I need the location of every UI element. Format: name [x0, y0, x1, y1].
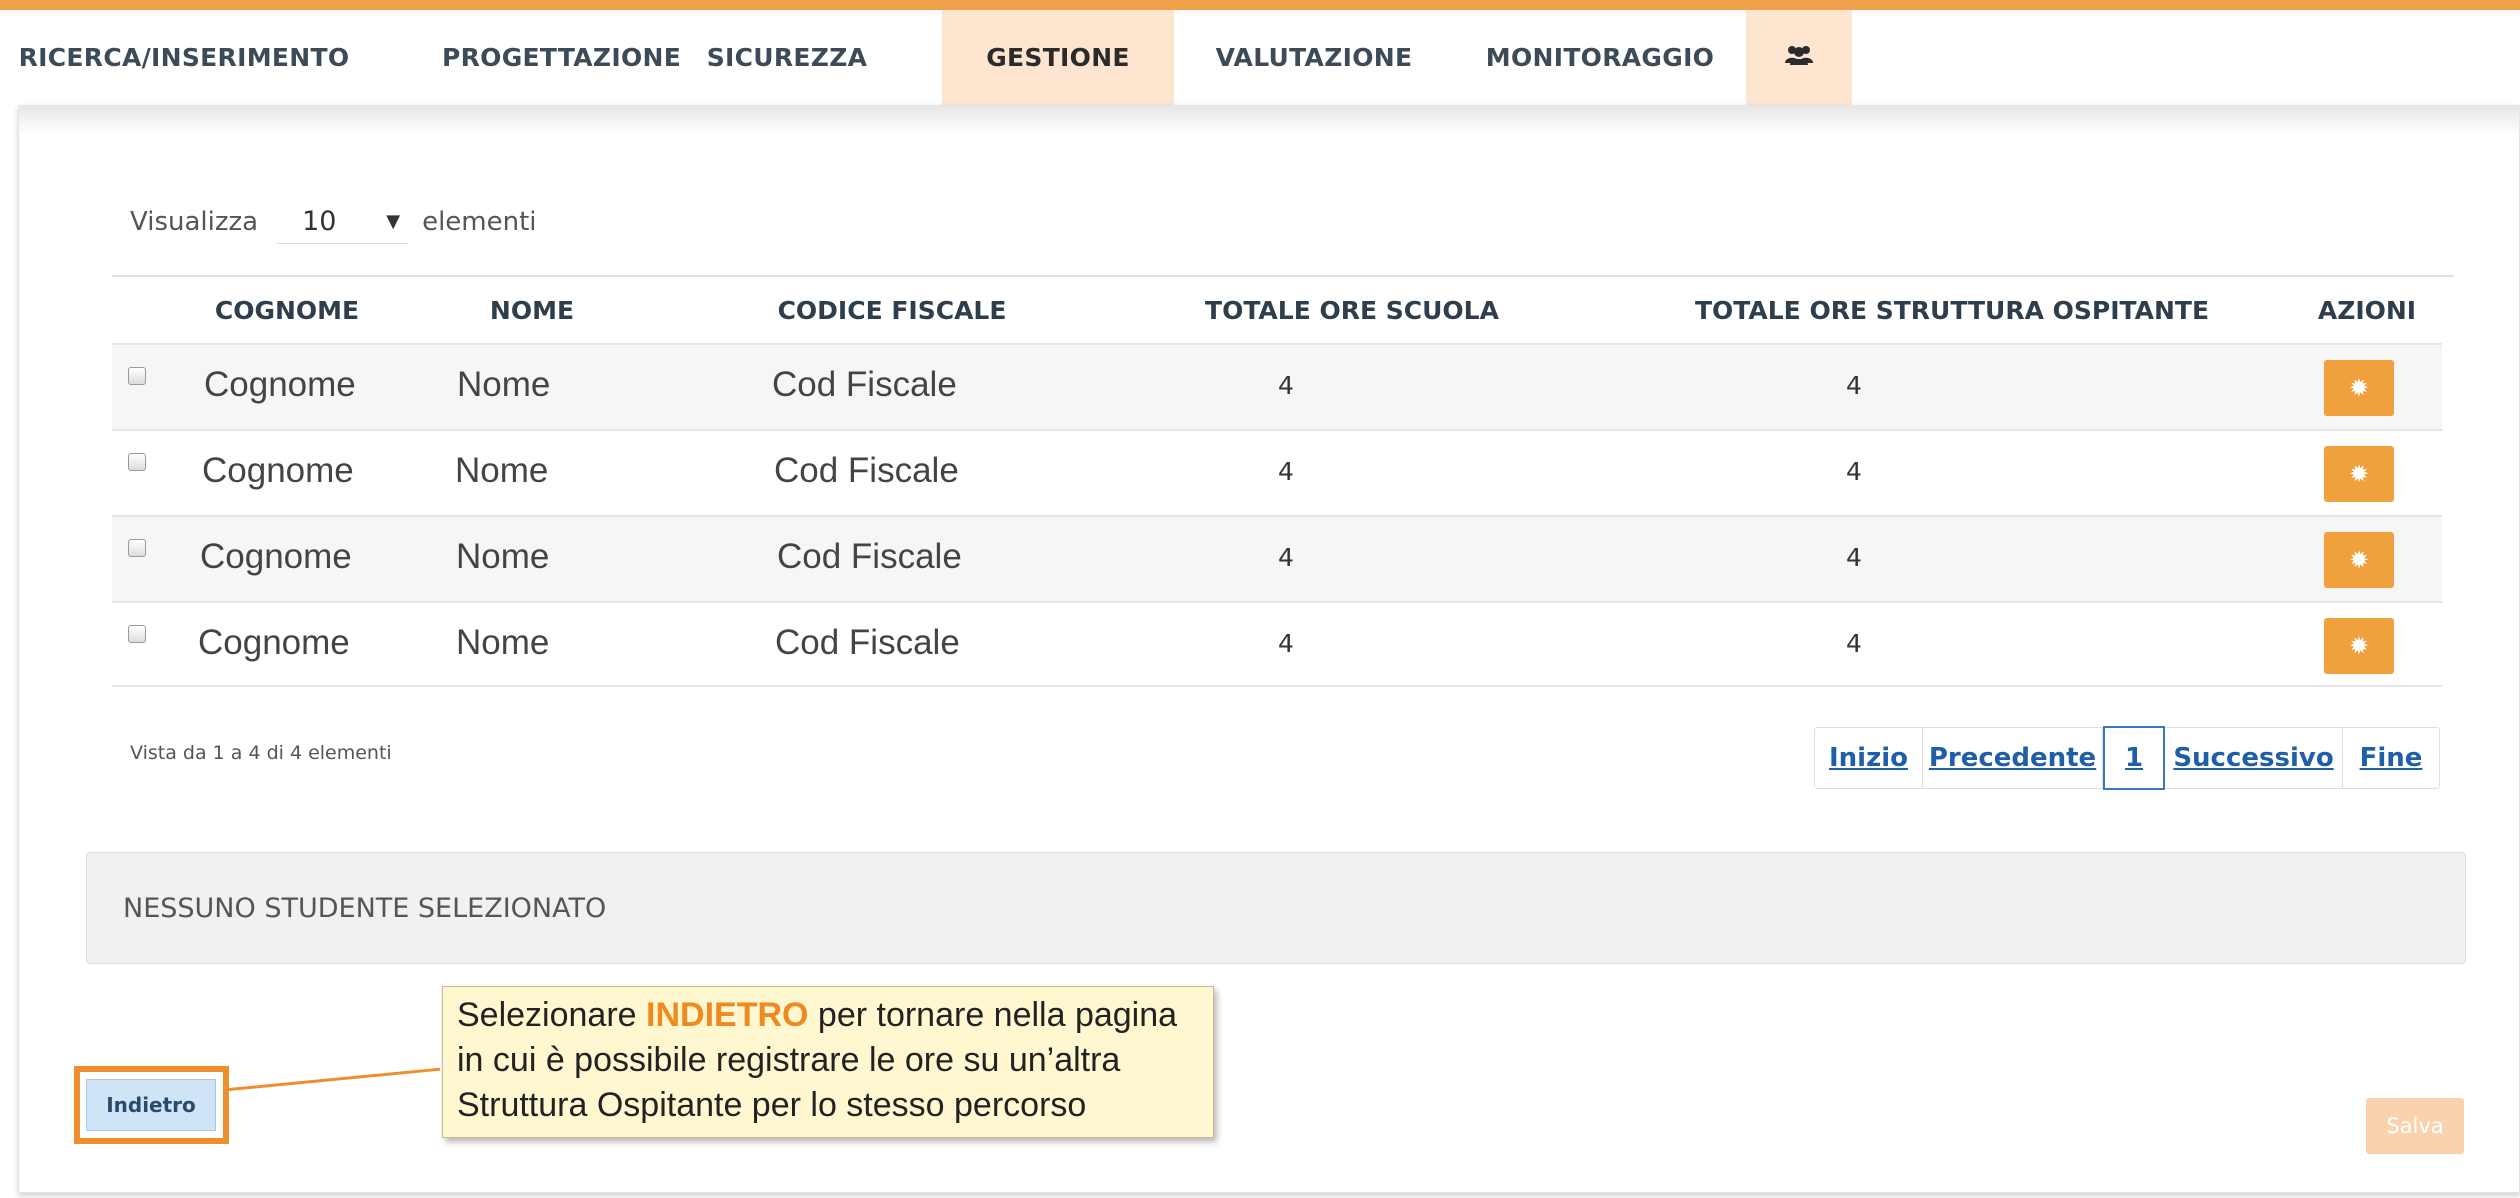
show-label: Visualizza [130, 207, 259, 237]
users-icon [1784, 43, 1814, 73]
cell-codice-fiscale: Cod Fiscale [772, 365, 957, 404]
cell-codice-fiscale: Cod Fiscale [777, 537, 962, 576]
pagination-last[interactable]: Fine [2343, 728, 2439, 788]
tab-users[interactable] [1746, 10, 1852, 105]
tab-sicurezza[interactable]: SICUREZZA [632, 10, 942, 105]
cell-ore-scuola: 4 [1278, 456, 1294, 486]
cell-ore-struttura: 4 [1846, 456, 1862, 486]
row-action-button[interactable]: ✹ [2324, 360, 2394, 416]
cell-codice-fiscale: Cod Fiscale [774, 451, 959, 490]
table-row: Cognome Nome Cod Fiscale 4 4 ✹ [112, 343, 2442, 429]
cell-ore-scuola: 4 [1278, 370, 1294, 400]
selection-status: NESSUNO STUDENTE SELEZIONATO [86, 852, 2466, 964]
row-action-button[interactable]: ✹ [2324, 618, 2394, 674]
column-header-nome[interactable]: NOME [452, 277, 612, 343]
navbar-shadow [18, 105, 2520, 135]
entries-label: elementi [422, 207, 537, 237]
table-header: COGNOME NOME CODICE FISCALE TOTALE ORE S… [112, 277, 2442, 343]
table-row: Cognome Nome Cod Fiscale 4 4 ✹ [112, 515, 2442, 601]
pagination-previous[interactable]: Precedente [1923, 728, 2103, 788]
pagination-page-1[interactable]: 1 [2103, 726, 2165, 790]
page-length-select[interactable]: 10 ▼ [276, 200, 409, 244]
callout-keyword: INDIETRO [646, 996, 809, 1034]
tab-monitoraggio[interactable]: MONITORAGGIO [1454, 10, 1746, 105]
row-action-button[interactable]: ✹ [2324, 446, 2394, 502]
tab-valutazione[interactable]: VALUTAZIONE [1174, 10, 1454, 105]
table-body: Cognome Nome Cod Fiscale 4 4 ✹ Cognome N… [112, 343, 2442, 687]
pagination-first[interactable]: Inizio [1815, 728, 1923, 788]
cell-nome: Nome [456, 623, 550, 662]
main-navbar: RICERCA/INSERIMENTO PROGETTAZIONE SICURE… [0, 10, 2520, 105]
column-header-ore-scuola[interactable]: TOTALE ORE SCUOLA [1162, 277, 1542, 343]
cell-ore-struttura: 4 [1846, 628, 1862, 658]
tab-gestione[interactable]: GESTIONE [942, 10, 1174, 105]
cell-ore-struttura: 4 [1846, 542, 1862, 572]
save-button[interactable]: Salva [2366, 1098, 2464, 1154]
row-checkbox[interactable] [128, 367, 146, 385]
gear-icon: ✹ [2348, 460, 2370, 488]
tab-ricerca-inserimento[interactable]: RICERCA/INSERIMENTO [0, 10, 368, 105]
cell-cognome: Cognome [202, 451, 354, 490]
page-length-control: Visualizza 10 ▼ elementi [130, 200, 537, 244]
cell-ore-scuola: 4 [1278, 542, 1294, 572]
caret-down-icon: ▼ [386, 211, 401, 232]
row-checkbox[interactable] [128, 539, 146, 557]
row-checkbox[interactable] [128, 453, 146, 471]
gear-icon: ✹ [2348, 632, 2370, 660]
callout-text-start: Selezionare [457, 996, 647, 1034]
row-checkbox[interactable] [128, 625, 146, 643]
cell-nome: Nome [455, 451, 549, 490]
cell-cognome: Cognome [198, 623, 350, 662]
cell-cognome: Cognome [204, 365, 356, 404]
tab-progettazione[interactable]: PROGETTAZIONE [370, 10, 681, 105]
pagination: Inizio Precedente 1 Successivo Fine [1814, 726, 2440, 790]
cell-nome: Nome [457, 365, 551, 404]
column-header-cognome[interactable]: COGNOME [182, 277, 392, 343]
table-row: Cognome Nome Cod Fiscale 4 4 ✹ [112, 601, 2442, 687]
row-action-button[interactable]: ✹ [2324, 532, 2394, 588]
pagination-next[interactable]: Successivo [2165, 728, 2343, 788]
column-header-ore-struttura[interactable]: TOTALE ORE STRUTTURA OSPITANTE [1662, 277, 2242, 343]
cell-ore-struttura: 4 [1846, 370, 1862, 400]
cell-codice-fiscale: Cod Fiscale [775, 623, 960, 662]
cell-nome: Nome [456, 537, 550, 576]
instruction-callout: Selezionare INDIETRO per tornare nella p… [442, 986, 1214, 1138]
gear-icon: ✹ [2348, 374, 2370, 402]
page-length-value: 10 [302, 206, 337, 237]
column-header-azioni: AZIONI [2317, 295, 2417, 325]
table-row: Cognome Nome Cod Fiscale 4 4 ✹ [112, 429, 2442, 515]
cell-ore-scuola: 4 [1278, 628, 1294, 658]
column-header-codice-fiscale[interactable]: CODICE FISCALE [742, 277, 1042, 343]
top-accent-bar [0, 0, 2520, 10]
cell-cognome: Cognome [200, 537, 352, 576]
gear-icon: ✹ [2348, 546, 2370, 574]
table-info: Vista da 1 a 4 di 4 elementi [130, 742, 392, 764]
back-button[interactable]: Indietro [86, 1079, 216, 1131]
